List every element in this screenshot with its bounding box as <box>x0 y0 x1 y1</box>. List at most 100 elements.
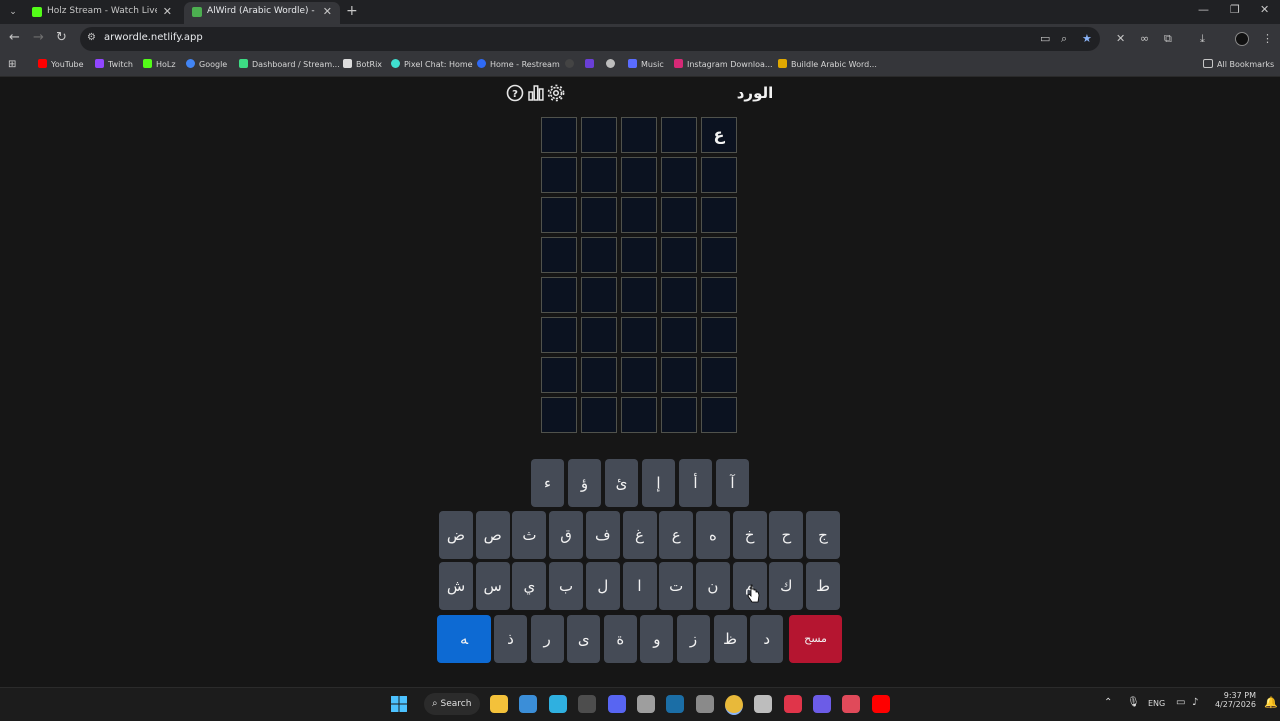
settings-icon[interactable] <box>547 84 565 102</box>
key-34[interactable]: ز <box>677 615 710 663</box>
file-explorer-icon[interactable] <box>490 695 508 713</box>
key-13[interactable]: ع <box>659 511 694 559</box>
bookmark-unnamed-1[interactable] <box>565 58 578 72</box>
key-25[interactable]: ن <box>695 562 730 610</box>
key-33[interactable]: و <box>640 615 674 663</box>
language-indicator[interactable]: ENG <box>1148 699 1165 708</box>
all-bookmarks-button[interactable]: All Bookmarks <box>1203 58 1274 72</box>
key-7[interactable]: ض <box>439 511 473 559</box>
zoom-icon[interactable]: ⌕ <box>1061 33 1067 45</box>
app-purple-icon[interactable] <box>813 695 831 713</box>
bookmark-restream[interactable]: Home - Restream <box>477 58 560 72</box>
key-30[interactable]: ر <box>530 615 564 663</box>
key-31[interactable]: ى <box>567 615 601 663</box>
bookmark-unnamed-2[interactable] <box>585 58 598 72</box>
clock[interactable]: 9:37 PM 4/27/2026 <box>1210 691 1256 709</box>
profile-avatar-icon[interactable] <box>1235 32 1249 46</box>
key-24[interactable]: ت <box>659 562 694 610</box>
windows-start-icon[interactable] <box>390 695 408 713</box>
extensions-icon[interactable]: ⧉ <box>1164 33 1172 45</box>
key-15[interactable]: خ <box>732 511 767 559</box>
volume-icon[interactable]: ♪ <box>1192 697 1198 708</box>
acrobat-icon[interactable] <box>784 695 802 713</box>
tab-alwird[interactable]: AlWird (Arabic Wordle) - الورد ✕ <box>184 2 340 24</box>
chrome-icon[interactable] <box>725 695 743 715</box>
key-29[interactable]: ذ <box>494 615 527 663</box>
stats-icon[interactable] <box>527 84 545 102</box>
key-4[interactable]: إ <box>642 459 675 507</box>
bookmark-youtube[interactable]: YouTube <box>38 58 84 72</box>
settings-app-icon[interactable] <box>637 695 655 713</box>
key-3[interactable]: ئ <box>605 459 638 507</box>
menu-icon[interactable]: ⋮ <box>1262 33 1273 45</box>
network-icon[interactable]: ▭ <box>1176 697 1185 708</box>
bookmark-twitch[interactable]: Twitch <box>95 58 133 72</box>
bookmark-star-icon[interactable]: ★ <box>1082 33 1092 45</box>
bookmark-dashboard[interactable]: Dashboard / Stream... <box>239 58 340 72</box>
close-icon[interactable]: ✕ <box>163 5 172 18</box>
steam-icon[interactable] <box>666 695 684 713</box>
key-36[interactable]: د <box>750 615 784 663</box>
bookmark-instagram[interactable]: Instagram Downloa... <box>674 58 773 72</box>
app-icon[interactable] <box>754 695 772 713</box>
key-1[interactable]: ء <box>531 459 564 507</box>
store-icon[interactable] <box>519 695 537 713</box>
bookmark-holz[interactable]: HoLz <box>143 58 176 72</box>
bookmark-buildle[interactable]: Buildle Arabic Word... <box>778 58 877 72</box>
key-6[interactable]: آ <box>716 459 749 507</box>
key-22[interactable]: ل <box>585 562 620 610</box>
help-icon[interactable]: ? <box>506 84 524 102</box>
key-32[interactable]: ة <box>603 615 637 663</box>
bookmark-pixel-chat[interactable]: Pixel Chat: Home <box>391 58 473 72</box>
key-27[interactable]: ك <box>769 562 804 610</box>
address-bar[interactable]: ⚙ arwordle.netlify.app <box>80 27 1100 51</box>
back-icon[interactable]: ← <box>9 30 20 46</box>
youtube-icon[interactable] <box>872 695 890 713</box>
chevron-up-icon[interactable]: ⌃ <box>1104 697 1112 708</box>
key-20[interactable]: ي <box>512 562 547 610</box>
microphone-icon[interactable]: 🎙 <box>1127 697 1140 708</box>
key-21[interactable]: ب <box>549 562 584 610</box>
key-28[interactable]: ط <box>806 562 840 610</box>
bookmark-music[interactable]: Music <box>628 58 664 72</box>
discord-icon[interactable] <box>608 695 626 713</box>
restore-button[interactable]: ❐ <box>1230 3 1240 16</box>
key-2[interactable]: ؤ <box>568 459 601 507</box>
enter-key[interactable]: ﻪ <box>437 615 491 663</box>
close-icon[interactable]: ✕ <box>323 5 332 18</box>
install-app-icon[interactable]: ▭ <box>1040 33 1050 45</box>
edge-icon[interactable] <box>549 695 567 713</box>
download-icon[interactable]: ⤓ <box>1200 33 1205 45</box>
site-info-icon[interactable]: ⚙ <box>87 32 96 43</box>
close-window-button[interactable]: ✕ <box>1260 3 1269 16</box>
taskbar-search[interactable]: ⌕ Search <box>424 693 480 715</box>
key-16[interactable]: ح <box>769 511 804 559</box>
forward-icon[interactable]: → <box>33 30 44 46</box>
terminal-icon[interactable] <box>578 695 596 713</box>
mute-icon[interactable]: ✕ <box>1116 33 1125 45</box>
key-5[interactable]: أ <box>679 459 712 507</box>
bookmark-botrix[interactable]: BotRix <box>343 58 382 72</box>
bookmark-google[interactable]: Google <box>186 58 227 72</box>
notification-bell-icon[interactable]: 🔔 <box>1264 696 1278 709</box>
key-17[interactable]: ج <box>806 511 840 559</box>
key-11[interactable]: ف <box>585 511 620 559</box>
minimize-button[interactable]: — <box>1198 3 1209 16</box>
bookmark-unnamed-3[interactable] <box>606 58 619 72</box>
extension-glasses-icon[interactable]: ∞ <box>1140 33 1149 45</box>
apps-grid-icon[interactable]: ⊞ <box>8 58 16 72</box>
tab-holz-stream[interactable]: Holz Stream - Watch Live on Ki ✕ <box>24 2 180 24</box>
key-9[interactable]: ث <box>512 511 547 559</box>
reload-icon[interactable]: ↻ <box>56 30 67 46</box>
key-8[interactable]: ص <box>475 511 510 559</box>
key-12[interactable]: غ <box>622 511 657 559</box>
delete-key[interactable]: مسح <box>789 615 842 663</box>
new-tab-button[interactable]: + <box>346 3 358 19</box>
key-23[interactable]: ا <box>622 562 657 610</box>
key-35[interactable]: ظ <box>713 615 747 663</box>
key-10[interactable]: ق <box>549 511 584 559</box>
key-19[interactable]: س <box>475 562 510 610</box>
obs-icon[interactable] <box>842 695 860 713</box>
key-18[interactable]: ش <box>439 562 473 610</box>
key-14[interactable]: ه <box>695 511 730 559</box>
